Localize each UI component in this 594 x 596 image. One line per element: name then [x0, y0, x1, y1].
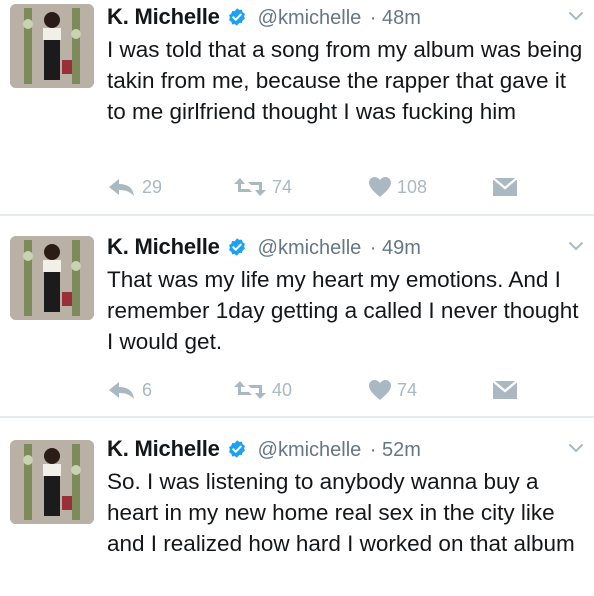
tweet[interactable]: K. Michelle @kmichelle · 48m I was told … — [0, 0, 594, 214]
avatar-photo — [10, 236, 94, 320]
tweet-actions: 29 74 108 — [107, 174, 527, 200]
reply-count: 6 — [142, 379, 153, 400]
direct-message-icon — [492, 177, 518, 196]
timestamp[interactable]: · 49m — [370, 237, 421, 259]
avatar[interactable] — [10, 4, 94, 88]
retweet-button[interactable]: 40 — [233, 377, 292, 403]
reply-count: 29 — [142, 176, 163, 197]
chevron-down-icon[interactable] — [568, 10, 584, 22]
display-name[interactable]: K. Michelle — [107, 234, 220, 259]
retweet-count: 74 — [272, 176, 293, 197]
avatar[interactable] — [10, 440, 94, 524]
direct-message-button[interactable] — [492, 377, 518, 403]
avatar-photo — [10, 4, 94, 88]
user-handle[interactable]: @kmichelle — [258, 237, 362, 259]
tweet-header: K. Michelle @kmichelle · 49m — [107, 234, 586, 264]
reply-icon — [109, 382, 134, 399]
tweet[interactable]: K. Michelle @kmichelle · 52m So. I was l… — [0, 418, 594, 596]
display-name[interactable]: K. Michelle — [107, 4, 220, 29]
retweet-icon — [234, 178, 266, 196]
timestamp[interactable]: · 48m — [370, 7, 421, 29]
reply-button[interactable]: 29 — [107, 174, 162, 200]
user-handle[interactable]: @kmichelle — [258, 439, 362, 461]
tweet-actions: 6 40 74 — [107, 377, 527, 403]
user-handle[interactable]: @kmichelle — [258, 7, 362, 29]
tweet-text: I was told that a song from my album was… — [107, 37, 583, 124]
like-button[interactable]: 74 — [368, 377, 417, 403]
timestamp[interactable]: · 52m — [370, 439, 421, 461]
verified-badge-icon — [229, 238, 246, 256]
tweet-header: K. Michelle @kmichelle · 52m — [107, 436, 586, 466]
reply-button[interactable]: 6 — [107, 377, 152, 403]
verified-badge-icon — [229, 8, 246, 26]
like-count: 74 — [397, 379, 418, 400]
chevron-down-icon[interactable] — [568, 240, 584, 252]
chevron-down-icon[interactable] — [568, 442, 584, 454]
tweet-text: That was my life my heart my emotions. A… — [107, 267, 579, 354]
tweet[interactable]: K. Michelle @kmichelle · 49m That was my… — [0, 216, 594, 416]
verified-badge-icon — [229, 440, 246, 458]
direct-message-button[interactable] — [492, 174, 518, 200]
retweet-count: 40 — [272, 379, 293, 400]
like-button[interactable]: 108 — [368, 174, 427, 200]
reply-icon — [109, 179, 134, 196]
retweet-button[interactable]: 74 — [233, 174, 292, 200]
tweet-text: So. I was listening to anybody wanna buy… — [107, 469, 575, 556]
heart-icon — [369, 177, 391, 197]
retweet-icon — [234, 381, 266, 399]
tweet-header: K. Michelle @kmichelle · 48m — [107, 4, 586, 34]
avatar[interactable] — [10, 236, 94, 320]
direct-message-icon — [492, 380, 518, 399]
like-count: 108 — [397, 176, 428, 197]
avatar-photo — [10, 440, 94, 524]
display-name[interactable]: K. Michelle — [107, 436, 220, 461]
heart-icon — [369, 380, 391, 400]
